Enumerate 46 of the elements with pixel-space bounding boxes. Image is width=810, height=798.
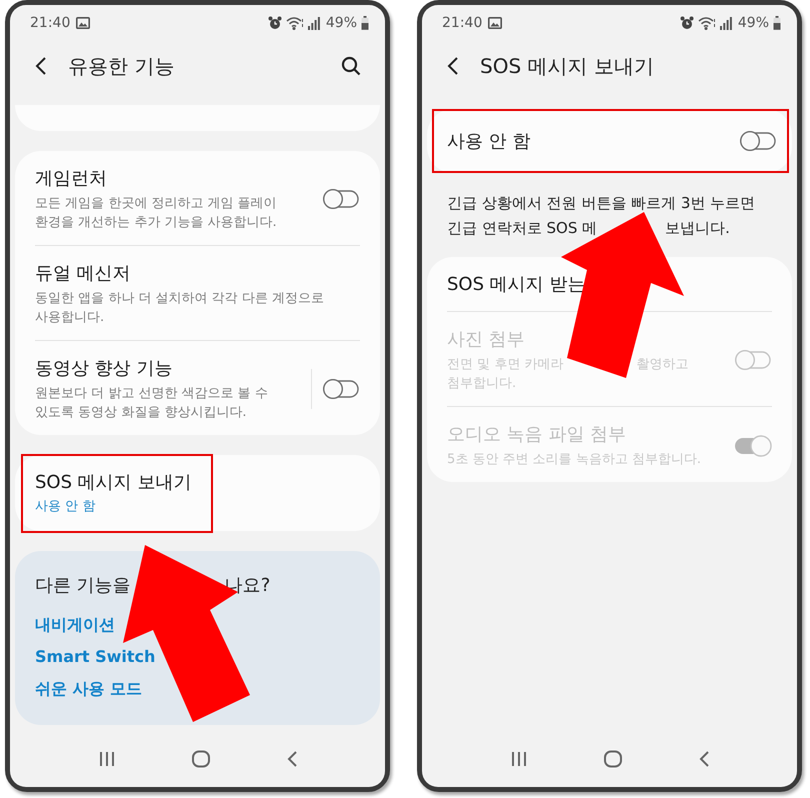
info-text: 보냅니다. (665, 219, 730, 237)
setting-title: 게임런처 (35, 167, 108, 191)
setting-description: 모든 게임을 한곳에 정리하고 게임 플레이 환경을 개선하는 추가 기능을 사용합니다. (35, 195, 278, 232)
setting-title: 사진 첨부 (447, 328, 526, 352)
wifi-icon (286, 16, 304, 30)
setting-description: 원본보다 더 밝고 선명한 색감으로 볼 수 있도록 동영상 화질을 향상시킵니다. (35, 385, 269, 422)
back-icon[interactable] (446, 56, 460, 76)
clock-time: 21:40 (442, 15, 482, 31)
suggestion-heading: 나요? (224, 575, 270, 596)
feature-link[interactable]: 내비게이션 (35, 609, 115, 641)
recents-icon[interactable] (98, 751, 116, 767)
setting-title: 동영상 향상 기능 (35, 357, 174, 381)
suggestion-heading: 다른 기능을 (35, 575, 131, 596)
page-title: SOS 메시지 보내기 (480, 52, 655, 80)
setting-description: 동일한 앱을 하나 더 설치하여 각각 다른 계정으로 사용합니다. (35, 290, 325, 327)
toggle-switch[interactable] (739, 130, 777, 152)
info-text: 긴급 상황에서 전원 버튼을 빠르게 3번 누르면 (447, 194, 756, 212)
page-title: 유용한 기능 (68, 52, 176, 80)
toggle-switch[interactable] (322, 378, 360, 400)
battery-percent: 49% (326, 15, 357, 31)
alarm-icon (268, 16, 282, 30)
setting-title: SOS 메시지 받는 (447, 273, 586, 297)
battery-icon (773, 16, 781, 30)
home-icon[interactable] (602, 750, 622, 768)
wifi-icon (698, 16, 716, 30)
clock-time: 21:40 (30, 15, 70, 31)
back-icon[interactable] (34, 56, 48, 76)
setting-title: 듀얼 메신저 (35, 262, 132, 286)
signal-icon (720, 16, 732, 30)
toggle-switch[interactable] (322, 188, 360, 210)
setting-status: 사용 안 함 (35, 498, 96, 516)
image-icon (76, 17, 90, 29)
home-icon[interactable] (190, 750, 210, 768)
setting-title: SOS 메시지 보내기 (35, 471, 192, 495)
setting-title: 오디오 녹음 파일 첨부 (447, 423, 628, 447)
switch-label: 사용 안 함 (447, 130, 532, 153)
battery-percent: 49% (738, 15, 769, 31)
search-icon[interactable] (341, 56, 361, 76)
feature-link[interactable]: Smart Switch (35, 641, 156, 673)
image-icon (488, 17, 502, 29)
signal-icon (308, 16, 320, 30)
battery-icon (361, 16, 369, 30)
info-text: 긴급 연락처로 SOS 메 (447, 219, 598, 237)
recents-icon[interactable] (510, 751, 528, 767)
alarm-icon (680, 16, 694, 30)
feature-link[interactable]: 쉬운 사용 모드 (35, 673, 142, 705)
